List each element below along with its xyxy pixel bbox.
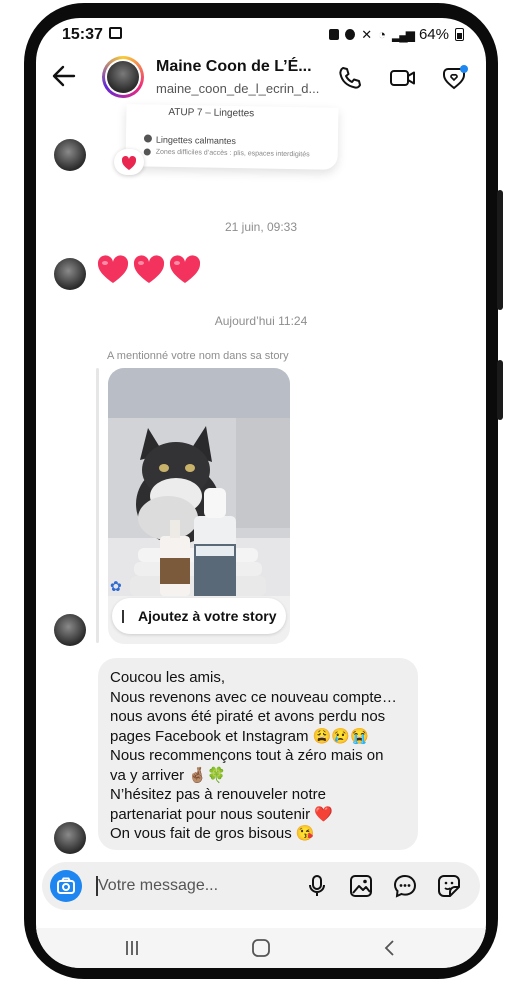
message-line: pages Facebook et Instagram 😩😢😭 [110,727,369,745]
shared-post-line3: Zones difficiles d’accès : plis, espaces… [155,148,310,159]
message-line: Nous revenons avec ce nouveau compte… [110,688,397,706]
timestamp: 21 juin, 09:33 [224,220,298,234]
battery-percentage: 64% [418,26,449,43]
microphone-icon[interactable] [304,873,330,899]
avatar[interactable] [102,56,144,98]
contact-handle[interactable]: maine_coon_de_l_ecrin_d... [156,81,319,96]
battery-icon [455,28,464,41]
image-icon[interactable] [348,873,374,899]
message-bubble[interactable]: Coucou les amis, Nous revenons avec ce n… [98,658,418,850]
screen: 15:37 ✕ ◔ ▂▄▆ 64% Maine Coon de L’É... m… [36,18,486,968]
shared-post-line2: Lingettes calmantes [155,134,237,147]
bullet-icon [143,134,153,143]
avatar[interactable] [54,139,86,171]
avatar[interactable] [54,258,86,290]
message-line: nous avons été piraté et avons perdu nos [110,708,386,725]
wifi-icon: ◔ [378,27,386,42]
chat-bubble-icon[interactable] [392,873,418,899]
add-to-story-button[interactable]: Ajoutez à votre story [112,598,286,634]
volume-button [497,190,503,310]
message-composer: Votre message... [42,862,480,910]
status-icons: ✕ ◔ ▂▄▆ 64% [329,26,464,43]
hearts-message[interactable] [96,254,202,286]
camera-icon[interactable] [50,870,82,902]
alarm-icon [345,29,356,40]
signal-icon: ▂▄▆ [392,27,415,42]
back-nav-icon[interactable] [380,938,400,963]
heart-icon [133,255,165,283]
phone-icon[interactable] [336,64,364,92]
video-camera-icon[interactable] [388,64,416,92]
lock-icon [329,29,340,40]
timestamp: Aujourd’hui 11:24 [214,314,308,328]
story-mention-label: A mentionné votre nom dans sa story [107,350,289,362]
contact-name[interactable]: Maine Coon de L’É... [156,58,312,76]
heart-icon [97,255,129,283]
heart-tag-icon[interactable] [440,64,468,92]
message-line: partenariat pour nous soutenir ❤️ [110,805,333,823]
heart-reaction[interactable] [114,149,144,175]
message-line: va y arriver 🤞🏽🍀 [110,766,226,784]
heart-icon [169,255,201,283]
shared-post-preview[interactable]: ATUP 7 – Lingettes Lingettes calmantes Z… [125,104,339,170]
paw-sticker-icon: ✿ [110,578,122,594]
message-line: Coucou les amis, [110,669,226,686]
gallery-notification-icon [109,27,122,39]
mute-icon: ✕ [361,26,373,42]
recent-apps-icon[interactable] [122,938,142,963]
message-line: On vous fait de gros bisous 😘 [110,825,315,842]
power-button [497,360,503,420]
message-input[interactable]: Votre message... [98,877,218,895]
status-bar: 15:37 ✕ ◔ ▂▄▆ 64% [36,18,486,52]
reply-indicator [96,368,99,643]
arrow-left-icon[interactable] [50,62,80,92]
shared-post-line1: ATUP 7 – Lingettes [168,106,255,120]
bullet-icon [143,148,151,156]
story-mention-card[interactable]: ✿ Ajoutez à votre story [108,368,290,644]
chat-header: Maine Coon de L’É... maine_coon_de_l_ecr… [36,52,486,108]
message-line: N’hésitez pas à renouveler notre [110,786,326,803]
android-navigation-bar [36,928,486,968]
sticker-icon[interactable] [436,873,462,899]
status-time: 15:37 [62,26,103,43]
home-icon[interactable] [250,938,272,963]
avatar[interactable] [54,614,86,646]
avatar[interactable] [54,822,86,854]
message-line: Nous recommençons tout à zéro mais on [110,747,384,764]
story-photo [108,418,290,596]
